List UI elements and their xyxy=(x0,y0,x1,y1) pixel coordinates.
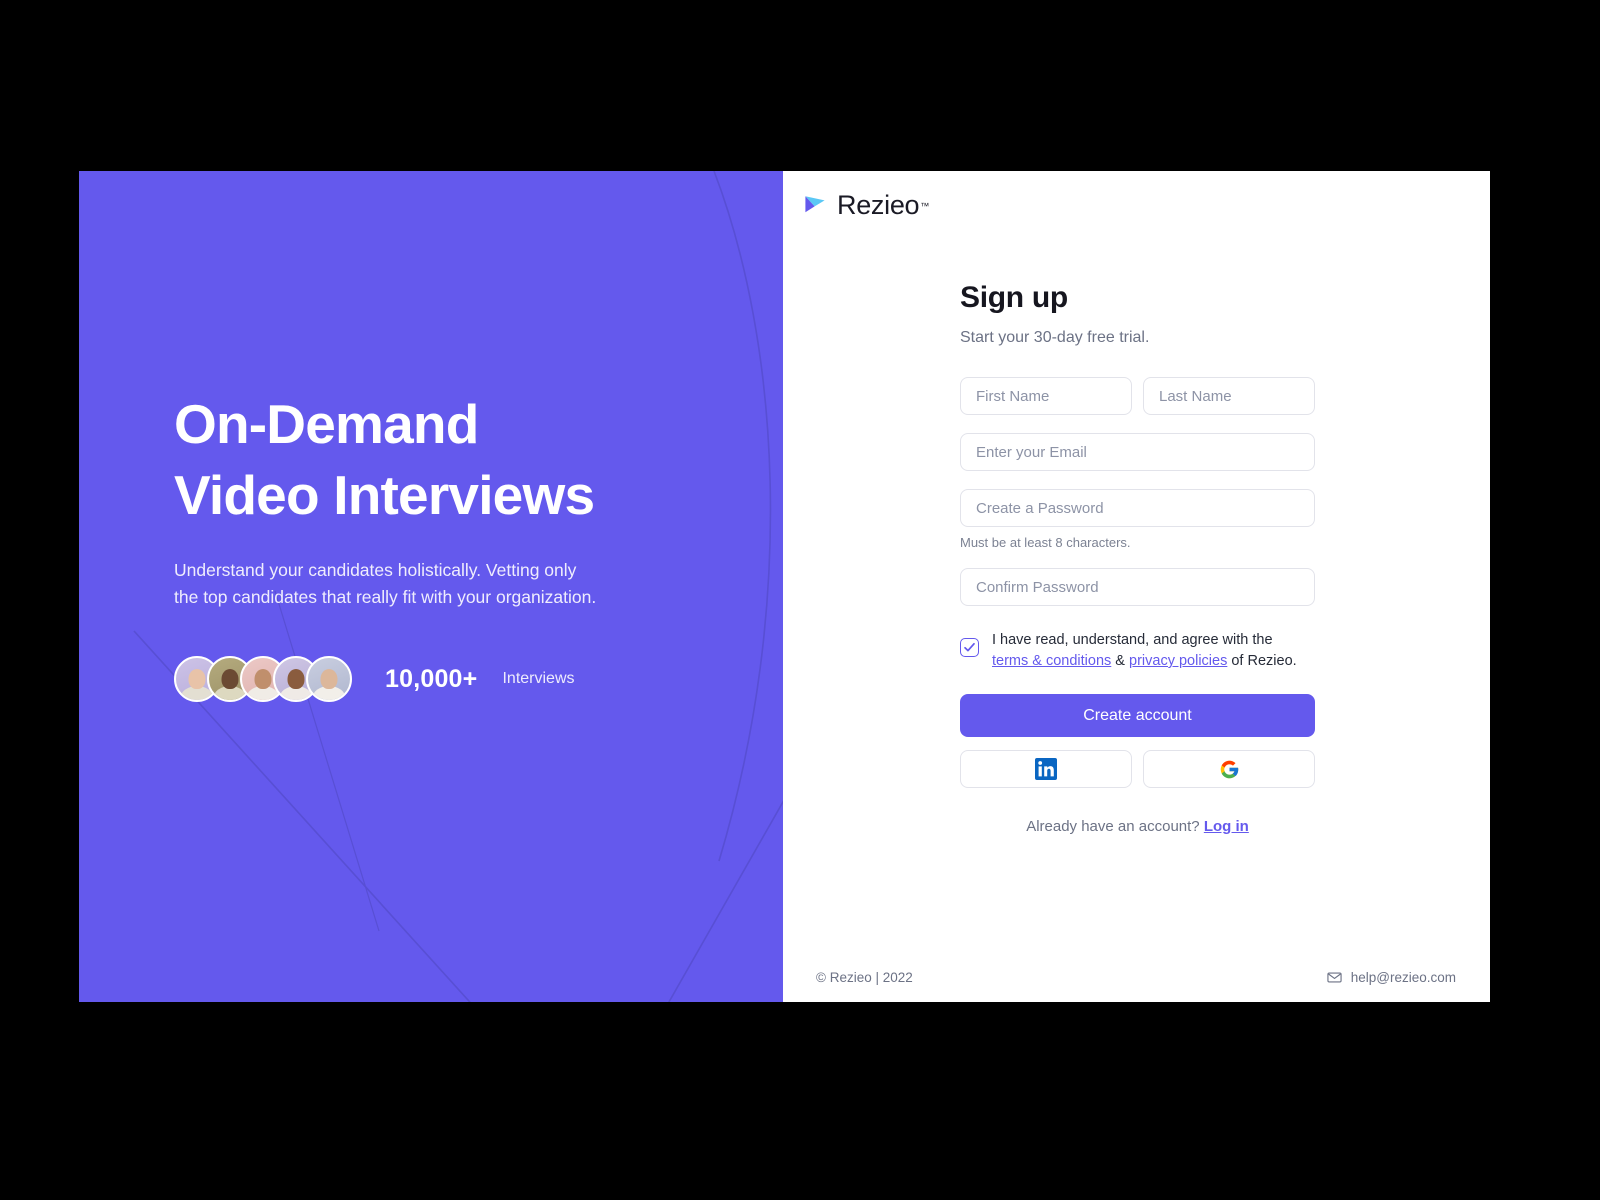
login-prompt-text: Already have an account? xyxy=(1026,818,1200,835)
terms-tail: of Rezieo. xyxy=(1227,653,1297,669)
stat-label: Interviews xyxy=(502,670,575,687)
linkedin-login-button[interactable] xyxy=(960,750,1132,788)
brand-name: Rezieo xyxy=(837,190,920,220)
google-icon xyxy=(1220,760,1238,778)
google-login-button[interactable] xyxy=(1143,750,1315,788)
footer: © Rezieo | 2022 help@rezieo.com xyxy=(816,970,1456,985)
brand-logo[interactable]: Rezieo ™ xyxy=(802,190,929,221)
last-name-input[interactable] xyxy=(1143,377,1315,415)
terms-text: I have read, understand, and agree with … xyxy=(992,630,1297,672)
support-email-text: help@rezieo.com xyxy=(1350,970,1456,985)
promo-content: On-Demand Video Interviews Understand yo… xyxy=(174,389,734,702)
promo-title: On-Demand Video Interviews xyxy=(174,393,595,526)
signup-card: On-Demand Video Interviews Understand yo… xyxy=(79,171,1490,1002)
password-hint: Must be at least 8 characters. xyxy=(960,535,1131,550)
play-mark-icon xyxy=(805,195,825,212)
password-field: Must be at least 8 characters. xyxy=(960,489,1315,550)
login-link[interactable]: Log in xyxy=(1204,818,1249,835)
linkedin-icon xyxy=(1035,758,1057,780)
confirm-password-input[interactable] xyxy=(960,568,1315,606)
email-input[interactable] xyxy=(960,433,1315,471)
page-title: Sign up xyxy=(960,281,1068,314)
email-field xyxy=(960,433,1315,471)
promo-panel: On-Demand Video Interviews Understand yo… xyxy=(79,171,783,1002)
check-icon xyxy=(964,642,975,652)
confirm-password-field xyxy=(960,568,1315,606)
support-email[interactable]: help@rezieo.com xyxy=(1327,970,1456,985)
signup-form: Sign up Start your 30-day free trial. Mu… xyxy=(960,281,1315,835)
create-account-button[interactable]: Create account xyxy=(960,694,1315,737)
stat-number: 10,000+ xyxy=(385,664,478,693)
name-field-row xyxy=(960,377,1315,415)
avatar xyxy=(306,656,352,702)
promo-subtitle: Understand your candidates holistically.… xyxy=(174,560,597,607)
social-login-row xyxy=(960,750,1315,788)
copyright-text: © Rezieo | 2022 xyxy=(816,970,913,985)
terms-checkbox[interactable] xyxy=(960,638,979,657)
terms-agreement-row: I have read, understand, and agree with … xyxy=(960,630,1315,672)
login-prompt-row: Already have an account? Log in xyxy=(960,818,1315,835)
form-panel: Rezieo ™ Sign up Start your 30-day free … xyxy=(783,171,1490,1002)
avatar-group xyxy=(174,656,352,702)
password-input[interactable] xyxy=(960,489,1315,527)
page-subtitle: Start your 30-day free trial. xyxy=(960,329,1150,346)
terms-line1: I have read, understand, and agree with … xyxy=(992,632,1273,648)
page-root: On-Demand Video Interviews Understand yo… xyxy=(0,0,1600,1200)
terms-separator: & xyxy=(1111,653,1130,669)
privacy-policies-link[interactable]: privacy policies xyxy=(1129,653,1227,669)
trademark-symbol: ™ xyxy=(920,200,930,211)
stats-row: 10,000+ Interviews xyxy=(174,656,734,702)
first-name-input[interactable] xyxy=(960,377,1132,415)
envelope-icon xyxy=(1327,972,1342,983)
terms-conditions-link[interactable]: terms & conditions xyxy=(992,653,1111,669)
